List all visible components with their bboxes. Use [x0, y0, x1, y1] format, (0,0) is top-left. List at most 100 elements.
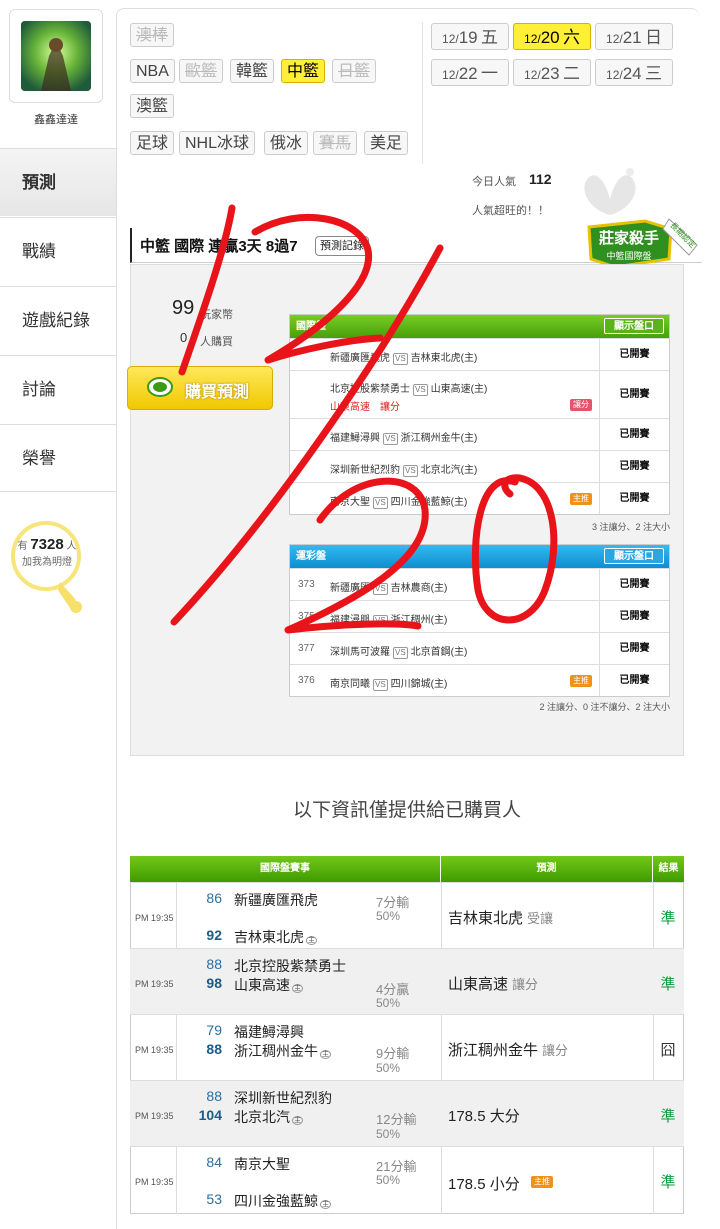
table-row: PM 19:35 88 北京控股紫禁勇士 98 山東高速主 4分贏 50% 山東…: [130, 948, 684, 1014]
nav-honor[interactable]: 榮譽: [0, 424, 116, 492]
matchup: 新疆廣匯 VS 吉林農商(主): [330, 579, 447, 595]
follow-link[interactable]: 加我為明燈: [22, 557, 72, 568]
away-score: 86: [206, 890, 222, 906]
table-row: 南京大聖 VS 四川金強藍鯨(主) 主推 已開賽: [290, 482, 669, 514]
away-score: 88: [206, 956, 222, 972]
date-month: 12/: [442, 68, 459, 82]
price-coins: 99: [172, 297, 195, 319]
pick-total: 178.5 小分: [448, 1176, 520, 1193]
tag-nba[interactable]: NBA: [130, 59, 175, 83]
away-team: 深圳新世紀烈豹: [330, 465, 400, 476]
tag-nhl[interactable]: NHL冰球: [179, 131, 256, 155]
result-mark: 準: [660, 1174, 676, 1191]
match-status: 已開賽: [599, 371, 669, 418]
match-status: 已開賽: [599, 339, 669, 370]
date-day: 19: [458, 28, 478, 47]
prediction-pick: 浙江稠州金牛 讓分: [448, 1039, 568, 1060]
matchup: 福建鱘潯興 VS 浙江稠州金牛(主): [330, 429, 477, 445]
tag-au-baseball[interactable]: 澳棒: [130, 23, 175, 47]
date-21[interactable]: 12/21 日: [595, 23, 673, 50]
fans-info[interactable]: 有 7328 人 加我為明燈: [12, 537, 82, 571]
tag-us-football[interactable]: 美足: [364, 131, 409, 155]
table-row: 373 新疆廣匯 VS 吉林農商(主) 已開賽: [290, 568, 669, 600]
intl-table: 國際盤 顯示盤口 新疆廣匯飛虎 VS 吉林東北虎(主) 已開賽 北京控股紫禁勇士 VS…: [289, 314, 670, 515]
home-team-name: 四川金強藍鯨: [234, 1193, 318, 1209]
match-status: 已開賽: [599, 633, 669, 664]
home-team: 浙江稠州金牛主: [234, 1041, 331, 1061]
avatar-frame[interactable]: [9, 9, 103, 103]
matchup: 深圳馬可波羅 VS 北京首鋼(主): [330, 643, 467, 659]
date-22[interactable]: 12/22 一: [431, 59, 509, 86]
table-row: 376 南京同曦 VS 四川錦城(主) 主推 已開賽: [290, 664, 669, 696]
avatar[interactable]: [21, 21, 91, 91]
game-number: 377: [298, 643, 315, 654]
lottery-show-odds-button[interactable]: 顯示盤口: [604, 548, 664, 564]
date-23[interactable]: 12/23 二: [513, 59, 591, 86]
away-score: 79: [206, 1022, 222, 1038]
nav-game-log[interactable]: 遊戲紀錄: [0, 286, 116, 354]
point-margin: 12分輸: [376, 1112, 417, 1127]
tag-soccer[interactable]: 足球: [130, 131, 175, 155]
date-day: 23: [540, 64, 560, 83]
home-team: 北京北汽(主): [420, 465, 478, 476]
match-status: 已開賽: [599, 483, 669, 514]
featured-tag: 主推: [570, 493, 592, 505]
pick-type: 受讓: [527, 911, 554, 926]
tag-cn-basketball[interactable]: 中籃: [281, 59, 326, 83]
pick-note: 山東高速 讓分: [330, 402, 400, 413]
spread-tag: 讓分: [570, 399, 592, 411]
away-team: 新疆廣匯飛虎: [234, 892, 318, 908]
pick-type: 讓分: [542, 1043, 569, 1058]
home-team: 北京首鋼(主): [410, 647, 468, 658]
table-row: PM 19:35 86 新疆廣匯飛虎 92 吉林東北虎主 7分輸 50% 吉林東…: [130, 882, 684, 948]
date-month: 12/: [606, 32, 623, 46]
game-time: PM 19:35: [135, 1111, 174, 1121]
home-team-name: 吉林東北虎: [234, 929, 304, 945]
pick-team: 浙江稠州金牛: [448, 1042, 539, 1059]
fans-suffix: 人: [66, 541, 77, 552]
matchup: 深圳新世紀烈豹 VS 北京北汽(主): [330, 461, 477, 477]
matchup: 新疆廣匯飛虎 VS 吉林東北虎(主): [330, 349, 477, 365]
lottery-table-header: 運彩盤 顯示盤口: [290, 545, 669, 568]
tag-au-basketball[interactable]: 澳籃: [130, 94, 175, 118]
date-20[interactable]: 12/20 六: [513, 23, 591, 50]
intl-table-header: 國際盤 顯示盤口: [290, 315, 669, 338]
tag-horse-racing[interactable]: 賽馬: [313, 131, 358, 155]
price-label: 玩家幣: [200, 309, 233, 321]
game-time: PM 19:35: [135, 979, 174, 989]
tag-euro-basketball[interactable]: 歐籃: [179, 59, 224, 83]
prediction-pick: 178.5 小分: [448, 1173, 520, 1194]
home-icon: 主: [292, 984, 303, 993]
tag-russia-hockey[interactable]: 俄冰: [264, 131, 309, 155]
nav-discussion[interactable]: 討論: [0, 355, 116, 423]
result-mark: 準: [660, 976, 676, 993]
popularity-label: 今日人氣: [472, 176, 516, 188]
lottery-table: 運彩盤 顯示盤口 373 新疆廣匯 VS 吉林農商(主) 已開賽 375 福建潯興 V…: [289, 544, 670, 697]
split-percent: 50%: [376, 909, 401, 923]
divider: [422, 22, 423, 164]
sidebar: 鑫鑫達達 預測 戰績 遊戲紀錄 討論 榮譽 有 7328 人 加我為明燈: [0, 0, 116, 1228]
nav-predict[interactable]: 預測: [0, 148, 116, 216]
vs-icon: VS: [413, 384, 428, 396]
vs-icon: VS: [393, 647, 408, 659]
home-team: 吉林東北虎(主): [410, 353, 478, 364]
date-19[interactable]: 12/19 五: [431, 23, 509, 50]
date-24[interactable]: 12/24 三: [595, 59, 673, 86]
home-team: 浙江稠州金牛(主): [400, 433, 478, 444]
prediction-title: 中籃 國際 連贏3天 8過7: [140, 238, 298, 255]
home-icon: 主: [306, 936, 317, 945]
tag-kr-basketball[interactable]: 韓籃: [230, 59, 275, 83]
match-status: 已開賽: [599, 665, 669, 696]
fans-prefix: 有: [17, 541, 28, 552]
table-row: 福建鱘潯興 VS 浙江稠州金牛(主) 已開賽: [290, 418, 669, 450]
popularity-note: 人氣超旺的！！: [472, 205, 549, 217]
game-number: 376: [298, 675, 315, 686]
prediction-record-button[interactable]: 預測記錄: [315, 236, 369, 256]
result-mark: 準: [660, 910, 676, 927]
table-row: 深圳新世紀烈豹 VS 北京北汽(主) 已開賽: [290, 450, 669, 482]
nav-record[interactable]: 戰績: [0, 217, 116, 285]
match-status: 已開賽: [599, 569, 669, 600]
tag-jp-basketball[interactable]: 日籃: [332, 59, 377, 83]
home-team: 吉林東北虎主: [234, 927, 317, 947]
intl-show-odds-button[interactable]: 顯示盤口: [604, 318, 664, 334]
